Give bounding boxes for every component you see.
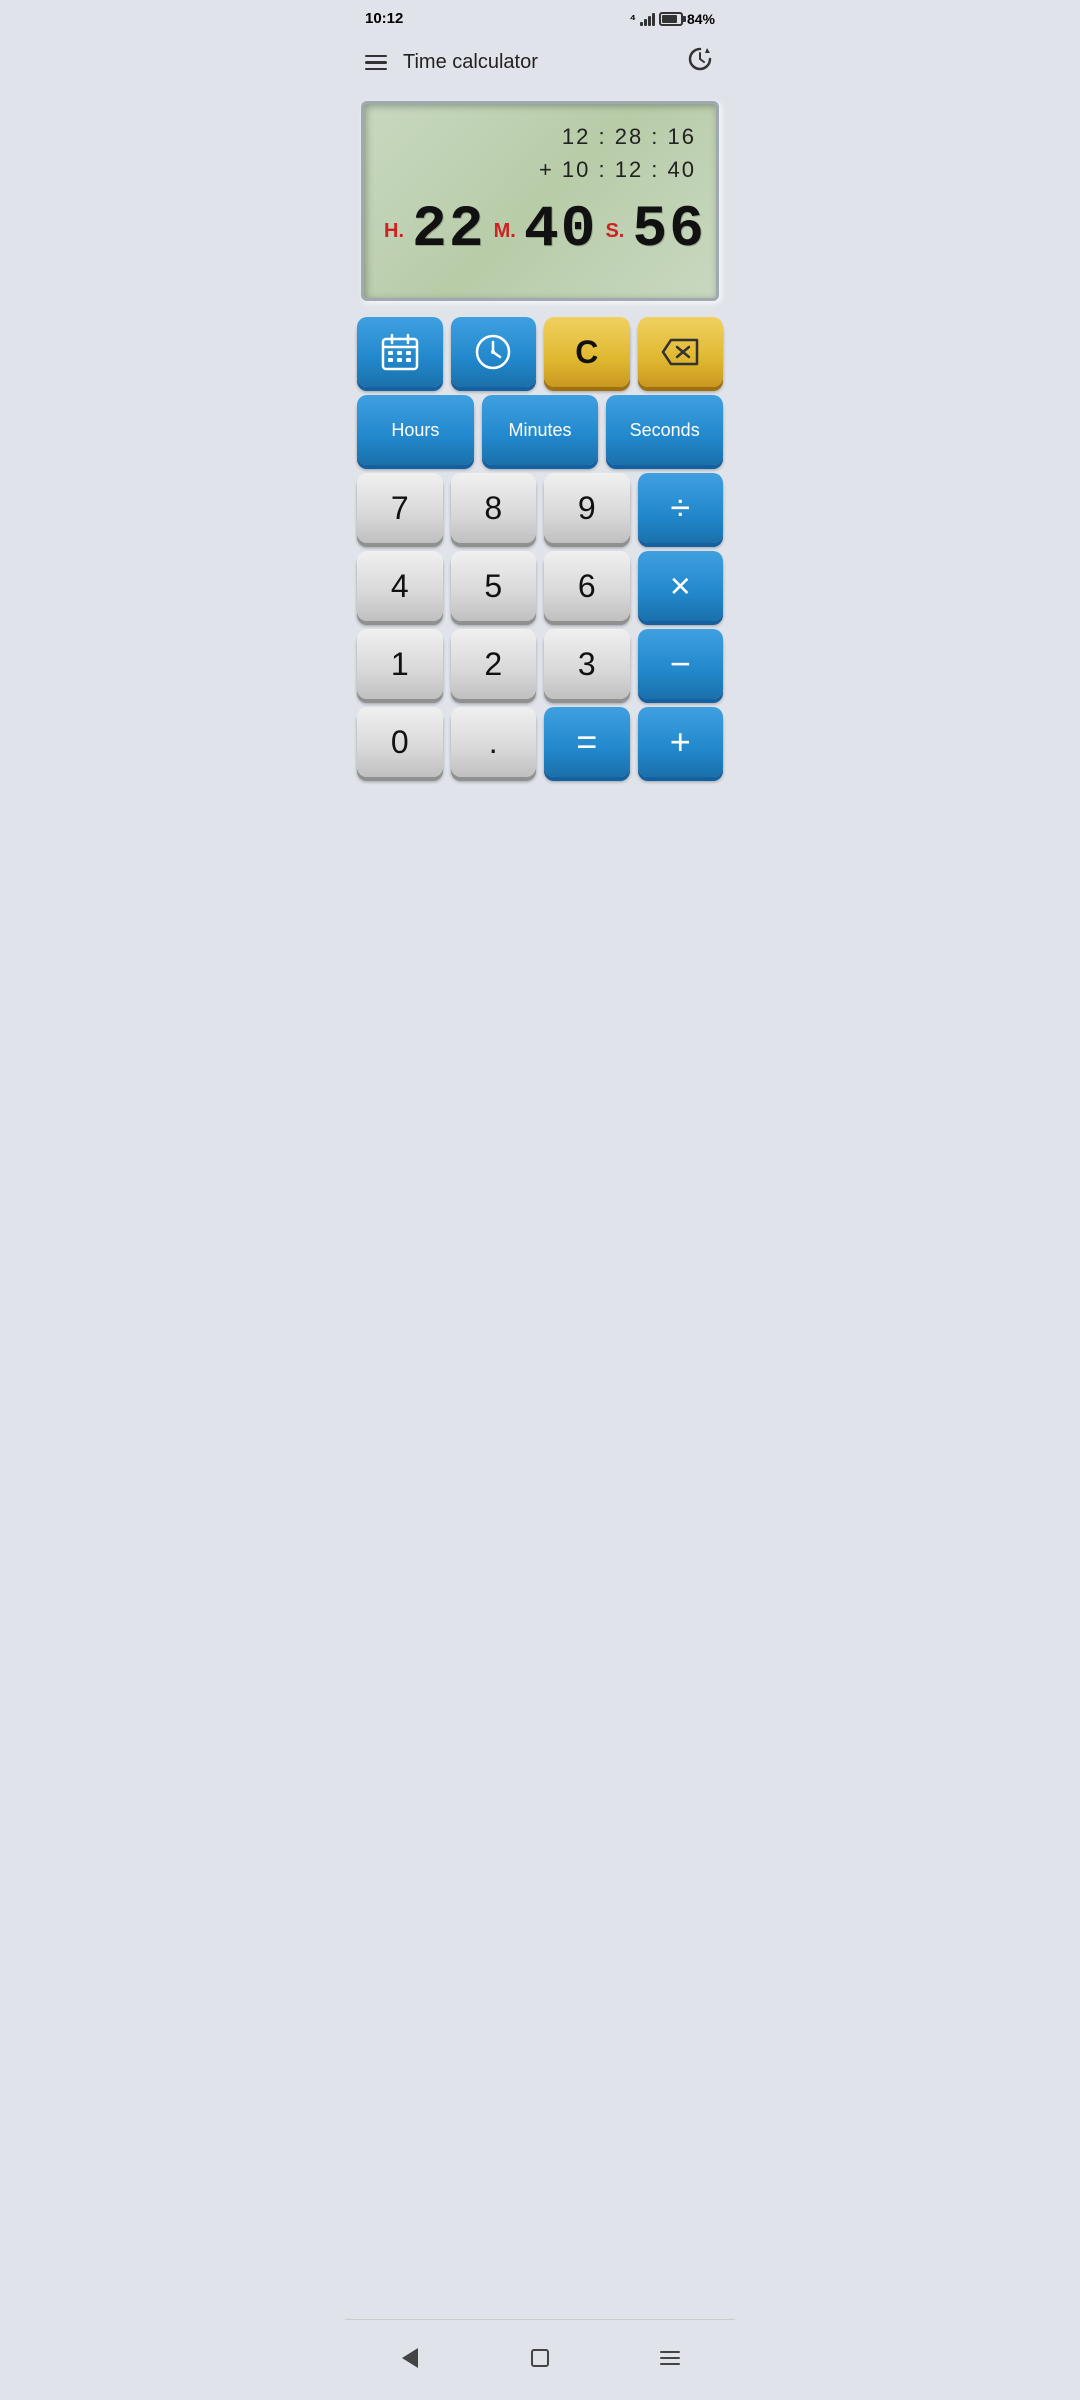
menu-icon — [660, 2351, 680, 2365]
minutes-label: Minutes — [508, 420, 571, 441]
clock-button[interactable] — [451, 317, 537, 387]
header-left: Time calculator — [365, 51, 538, 74]
key-0-label: 0 — [391, 724, 409, 761]
hours-label: Hours — [391, 420, 439, 441]
add-button[interactable]: + — [638, 707, 724, 777]
key-1-label: 1 — [391, 646, 409, 683]
hours-label: H. — [384, 220, 404, 243]
key-9[interactable]: 9 — [544, 473, 630, 543]
battery-label: 84% — [687, 11, 715, 27]
seconds-value: 56 — [632, 202, 706, 260]
display-line-1: 12 : 28 : 16 — [384, 120, 696, 153]
key-0[interactable]: 0 — [357, 707, 443, 777]
minutes-value: 40 — [524, 202, 598, 260]
key-4-label: 4 — [391, 568, 409, 605]
menu-button[interactable] — [365, 55, 387, 71]
menu-line-3 — [365, 68, 387, 71]
calendar-button[interactable] — [357, 317, 443, 387]
battery-icon — [659, 12, 683, 26]
minutes-button[interactable]: Minutes — [482, 395, 599, 465]
signal-icon — [640, 12, 655, 26]
key-8-label: 8 — [484, 490, 502, 527]
key-2-label: 2 — [484, 646, 502, 683]
divide-label: ÷ — [670, 487, 690, 529]
battery-fill — [662, 15, 677, 23]
multiply-button[interactable]: × — [638, 551, 724, 621]
key-9-label: 9 — [578, 490, 596, 527]
key-2[interactable]: 2 — [451, 629, 537, 699]
status-bar: 10:12 ⁴ 84% — [345, 0, 735, 32]
key-5[interactable]: 5 — [451, 551, 537, 621]
nav-bar — [345, 2319, 735, 2400]
clear-button[interactable]: C — [544, 317, 630, 387]
equals-label: = — [576, 721, 597, 763]
key-3[interactable]: 3 — [544, 629, 630, 699]
nav-home-button[interactable] — [518, 2336, 562, 2380]
minutes-label: M. — [494, 220, 516, 243]
display-result: H. 22 M. 40 S. 56 — [384, 202, 696, 260]
display-expressions: 12 : 28 : 16 + 10 : 12 : 40 — [384, 120, 696, 186]
divide-button[interactable]: ÷ — [638, 473, 724, 543]
history-button[interactable] — [685, 44, 715, 81]
subtract-button[interactable]: − — [638, 629, 724, 699]
keypad: C Hours Minutes Seconds 7 8 — [345, 317, 735, 793]
key-dot[interactable]: . — [451, 707, 537, 777]
history-icon — [685, 44, 715, 74]
key-7-label: 7 — [391, 490, 409, 527]
clock-icon — [473, 332, 513, 372]
app-title: Time calculator — [403, 51, 538, 74]
subtract-label: − — [670, 643, 691, 685]
clear-label: C — [575, 334, 598, 371]
key-3-label: 3 — [578, 646, 596, 683]
key-1[interactable]: 1 — [357, 629, 443, 699]
hours-button[interactable]: Hours — [357, 395, 474, 465]
seconds-label: S. — [605, 220, 624, 243]
key-row-1: C — [357, 317, 723, 387]
key-5-label: 5 — [484, 568, 502, 605]
key-6[interactable]: 6 — [544, 551, 630, 621]
status-time: 10:12 — [365, 10, 403, 27]
key-dot-label: . — [489, 724, 498, 761]
menu-line-1 — [365, 55, 387, 58]
key-row-5: 1 2 3 − — [357, 629, 723, 699]
key-4[interactable]: 4 — [357, 551, 443, 621]
backspace-icon — [661, 338, 699, 366]
status-right: ⁴ 84% — [630, 11, 715, 27]
backspace-button[interactable] — [638, 317, 724, 387]
seconds-button[interactable]: Seconds — [606, 395, 723, 465]
nav-menu-button[interactable] — [648, 2336, 692, 2380]
key-row-4: 4 5 6 × — [357, 551, 723, 621]
back-icon — [402, 2348, 418, 2368]
key-row-2: Hours Minutes Seconds — [357, 395, 723, 465]
add-label: + — [670, 721, 691, 763]
nav-back-button[interactable] — [388, 2336, 432, 2380]
multiply-label: × — [670, 565, 691, 607]
calendar-icon — [380, 332, 420, 372]
key-6-label: 6 — [578, 568, 596, 605]
display-line-2: + 10 : 12 : 40 — [384, 153, 696, 186]
seconds-label: Seconds — [630, 420, 700, 441]
key-row-3: 7 8 9 ÷ — [357, 473, 723, 543]
signal-label: ⁴ — [630, 11, 636, 26]
menu-line-2 — [365, 61, 387, 64]
key-row-6: 0 . = + — [357, 707, 723, 777]
key-8[interactable]: 8 — [451, 473, 537, 543]
equals-button[interactable]: = — [544, 707, 630, 777]
display-screen: 12 : 28 : 16 + 10 : 12 : 40 H. 22 M. 40 … — [361, 101, 719, 301]
hours-value: 22 — [412, 202, 486, 260]
key-7[interactable]: 7 — [357, 473, 443, 543]
header: Time calculator — [345, 32, 735, 93]
home-icon — [531, 2349, 549, 2367]
